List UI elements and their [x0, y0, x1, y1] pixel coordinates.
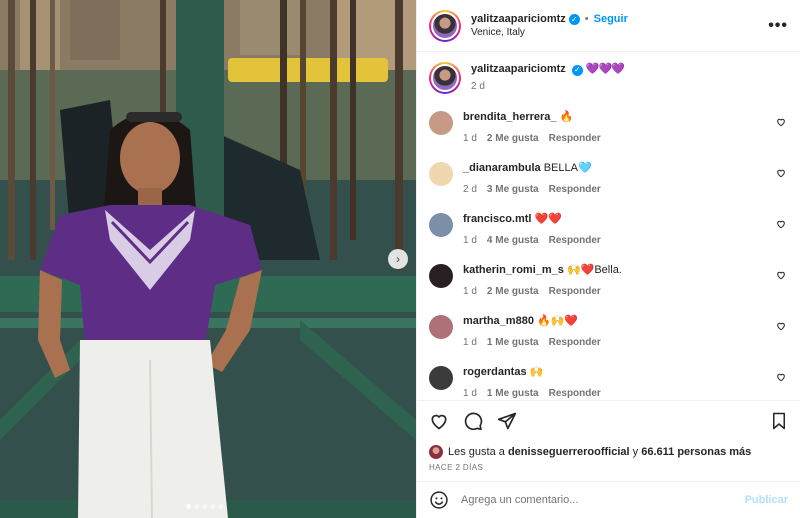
comment-heart-icon[interactable]: [776, 219, 786, 229]
comment-likes[interactable]: 4 Me gusta: [487, 235, 539, 246]
separator-dot: •: [584, 13, 589, 25]
liker-username[interactable]: denisseguerreroofficial: [508, 446, 630, 458]
emoji-icon[interactable]: [429, 490, 449, 510]
reply-button[interactable]: Responder: [549, 133, 601, 144]
comment-text: 🙌❤️Bella.: [566, 264, 622, 276]
caption-username[interactable]: yalitzaapariciomtz: [471, 63, 566, 75]
comment-time[interactable]: 1 d: [463, 388, 477, 399]
caption-avatar[interactable]: [429, 62, 461, 94]
comments-list[interactable]: yalitzaapariciomtz ✓ 💜💜💜 2 d brendita_he…: [417, 52, 800, 400]
publish-button[interactable]: Publicar: [745, 494, 788, 506]
post-sidebar: yalitzaapariciomtz ✓ • Seguir Venice, It…: [416, 0, 800, 518]
post-header: yalitzaapariciomtz ✓ • Seguir Venice, It…: [417, 0, 800, 52]
reply-button[interactable]: Responder: [549, 286, 601, 297]
comment-item: francisco.mtl ❤️❤️ 1 d 4 Me gusta Respon…: [429, 212, 788, 263]
post-age[interactable]: HACE 2 DÍAS: [429, 463, 788, 472]
comment-text: BELLA🩵: [543, 162, 592, 174]
comment-likes[interactable]: 2 Me gusta: [487, 133, 539, 144]
comment-heart-icon[interactable]: [776, 321, 786, 331]
follow-button[interactable]: Seguir: [594, 13, 628, 25]
bookmark-icon[interactable]: [770, 411, 788, 431]
photo-illustration: [0, 0, 416, 518]
comment-item: _dianarambula BELLA🩵 2 d 3 Me gusta Resp…: [429, 161, 788, 212]
comment-item: brendita_herrera_ 🔥 1 d 2 Me gusta Respo…: [429, 110, 788, 161]
comment-time[interactable]: 2 d: [463, 184, 477, 195]
comment-time[interactable]: 1 d: [463, 337, 477, 348]
comment-heart-icon[interactable]: [776, 168, 786, 178]
carousel-dots: [186, 504, 223, 509]
likes-summary: Les gusta a denisseguerreroofficial y 66…: [429, 445, 788, 459]
carousel-dot: [210, 504, 215, 509]
commenter-avatar[interactable]: [429, 162, 453, 186]
reply-button[interactable]: Responder: [549, 337, 601, 348]
post-caption: yalitzaapariciomtz ✓ 💜💜💜 2 d: [429, 52, 788, 110]
reply-button[interactable]: Responder: [549, 235, 601, 246]
comment-likes[interactable]: 1 Me gusta: [487, 388, 539, 399]
heart-icon[interactable]: [429, 411, 449, 431]
comment-text: 🔥: [559, 111, 574, 123]
comment-likes[interactable]: 2 Me gusta: [487, 286, 539, 297]
commenter-username[interactable]: francisco.mtl: [463, 213, 531, 225]
comment-text: 🔥🙌❤️: [537, 315, 579, 327]
likes-count[interactable]: 66.611 personas más: [641, 446, 751, 458]
comment-likes[interactable]: 1 Me gusta: [487, 337, 539, 348]
comment-likes[interactable]: 3 Me gusta: [487, 184, 539, 195]
commenter-username[interactable]: _dianarambula: [463, 162, 541, 174]
comment-time[interactable]: 1 d: [463, 133, 477, 144]
commenter-avatar[interactable]: [429, 315, 453, 339]
commenter-username[interactable]: katherin_romi_m_s: [463, 264, 564, 276]
author-username[interactable]: yalitzaapariciomtz: [471, 13, 566, 25]
comment-text: ❤️❤️: [534, 213, 562, 225]
share-icon[interactable]: [497, 411, 517, 431]
caption-time[interactable]: 2 d: [471, 81, 624, 92]
commenter-avatar[interactable]: [429, 213, 453, 237]
carousel-dot: [194, 504, 199, 509]
comment-heart-icon[interactable]: [776, 372, 786, 382]
more-options-icon[interactable]: •••: [768, 17, 788, 35]
chevron-right-icon: ›: [396, 252, 400, 266]
reply-button[interactable]: Responder: [549, 184, 601, 195]
commenter-avatar[interactable]: [429, 366, 453, 390]
verified-badge-icon: ✓: [568, 13, 580, 25]
comment-heart-icon[interactable]: [776, 117, 786, 127]
commenter-username[interactable]: rogerdantas: [463, 366, 527, 378]
instagram-post-modal: › yalitzaapariciomtz ✓ • Seguir Venice, …: [0, 0, 800, 518]
comment-heart-icon[interactable]: [776, 270, 786, 280]
verified-badge-icon: ✓: [571, 64, 583, 76]
comment-icon[interactable]: [463, 411, 483, 431]
post-location[interactable]: Venice, Italy: [471, 27, 628, 38]
comment-text: 🙌: [529, 366, 544, 378]
comment-item: martha_m880 🔥🙌❤️ 1 d 1 Me gusta Responde…: [429, 314, 788, 365]
author-avatar[interactable]: [429, 9, 461, 42]
likes-conj: y: [632, 446, 639, 458]
post-photo[interactable]: ›: [0, 0, 416, 518]
comment-item: katherin_romi_m_s 🙌❤️Bella. 1 d 2 Me gus…: [429, 263, 788, 314]
add-comment-bar: Publicar: [417, 481, 800, 518]
reply-button[interactable]: Responder: [549, 388, 601, 399]
likes-prefix: Les gusta a: [448, 446, 505, 458]
comment-input[interactable]: [461, 494, 745, 506]
commenter-username[interactable]: martha_m880: [463, 315, 534, 327]
next-photo-button[interactable]: ›: [388, 249, 408, 269]
caption-text: 💜💜💜: [585, 63, 625, 75]
comment-time[interactable]: 1 d: [463, 235, 477, 246]
carousel-dot: [218, 504, 223, 509]
comment-time[interactable]: 1 d: [463, 286, 477, 297]
commenter-avatar[interactable]: [429, 264, 453, 288]
liker-avatar[interactable]: [429, 445, 443, 459]
commenter-avatar[interactable]: [429, 111, 453, 135]
comment-item: rogerdantas 🙌 1 d 1 Me gusta Responder: [429, 365, 788, 400]
carousel-dot: [186, 504, 191, 509]
commenter-username[interactable]: brendita_herrera_: [463, 111, 557, 123]
post-actions: Les gusta a denisseguerreroofficial y 66…: [417, 400, 800, 472]
carousel-dot: [202, 504, 207, 509]
